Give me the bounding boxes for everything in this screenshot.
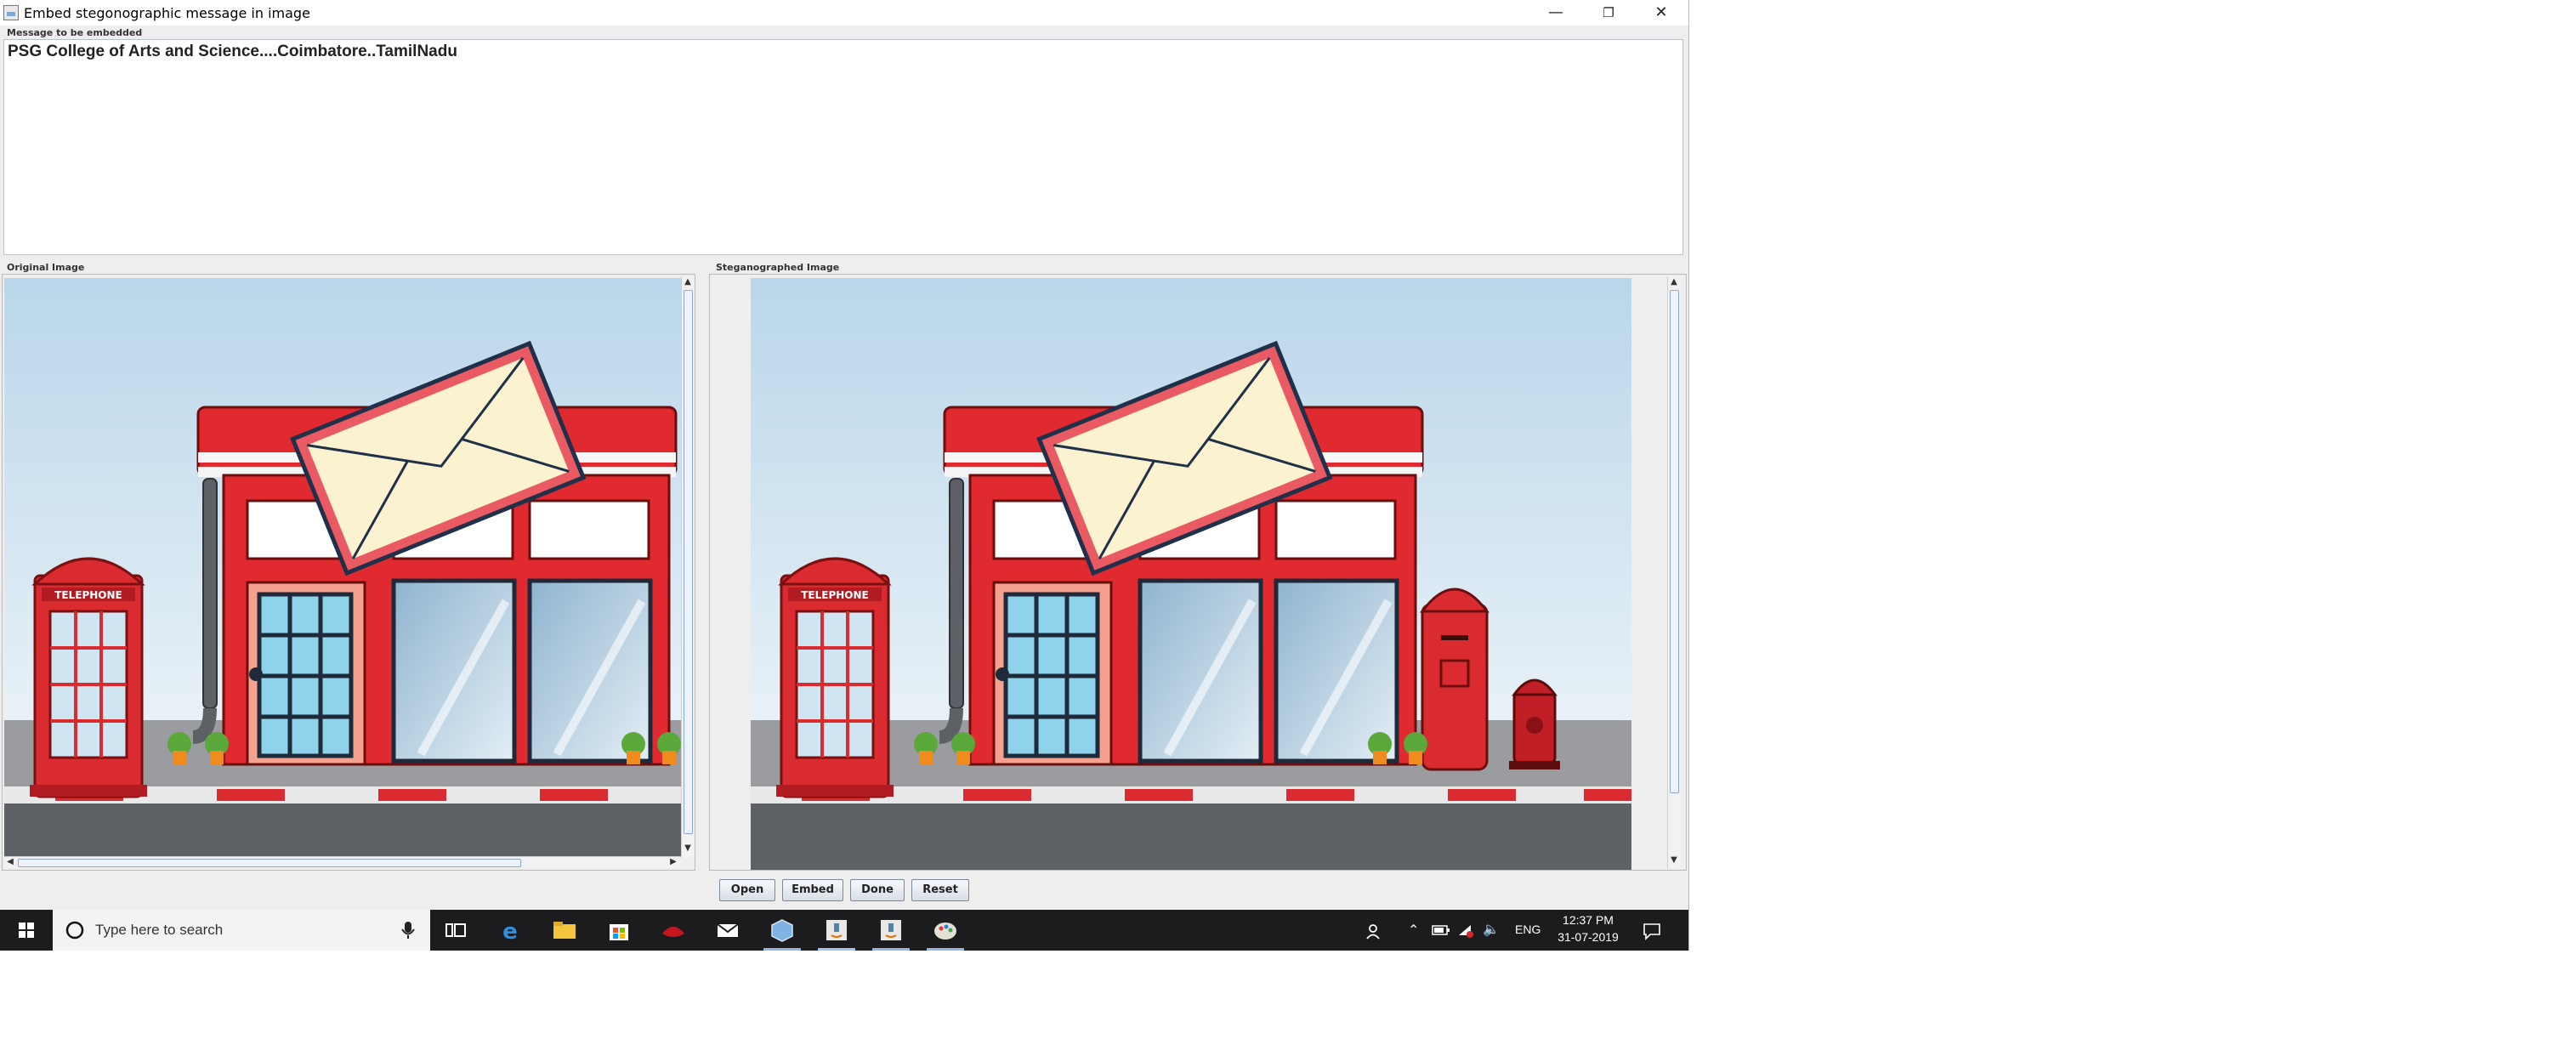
- embed-button[interactable]: Embed: [782, 879, 843, 901]
- windows-logo-icon: [19, 923, 34, 938]
- original-vertical-scrollbar[interactable]: ▲ ▼: [681, 276, 695, 858]
- title-bar[interactable]: Embed stegonographic message in image — …: [0, 0, 1688, 26]
- taskbar-search-box[interactable]: Type here to search: [53, 910, 430, 951]
- java-window-icon: [3, 5, 19, 20]
- message-label: Message to be embedded: [7, 27, 143, 38]
- file-explorer-icon[interactable]: [551, 917, 578, 944]
- post-office-illustration: TELEPHONE: [751, 278, 1631, 870]
- close-button[interactable]: ✕: [1636, 0, 1687, 26]
- telephone-sign: TELEPHONE: [801, 589, 869, 601]
- mail-icon[interactable]: [714, 917, 741, 944]
- steganographed-image: TELEPHONE: [751, 278, 1631, 870]
- message-text[interactable]: PSG College of Arts and Science....Coimb…: [8, 43, 457, 61]
- java-app-icon[interactable]: [877, 917, 905, 944]
- paint-icon[interactable]: [932, 917, 959, 944]
- done-button[interactable]: Done: [850, 879, 905, 901]
- steganographed-vertical-scrollbar[interactable]: ▲ ▼: [1667, 276, 1681, 868]
- scroll-right-arrow-icon[interactable]: ▶: [667, 856, 679, 868]
- battery-icon[interactable]: [1432, 924, 1450, 936]
- store-icon[interactable]: [605, 917, 633, 944]
- original-image: TELEPHONE: [4, 278, 681, 856]
- horizontal-scroll-thumb[interactable]: [18, 859, 521, 867]
- running-indicator: [872, 948, 910, 951]
- telephone-sign: TELEPHONE: [54, 589, 122, 601]
- window-title: Embed stegonographic message in image: [24, 5, 310, 21]
- clock-date[interactable]: 31-07-2019: [1554, 930, 1622, 944]
- cortana-icon: [65, 921, 84, 940]
- steganographed-image-label: Steganographed Image: [716, 262, 840, 273]
- action-center-icon[interactable]: [1643, 922, 1661, 940]
- scroll-down-arrow-icon[interactable]: ▼: [1668, 854, 1680, 866]
- mcafee-icon[interactable]: [660, 917, 687, 944]
- chevron-up-icon[interactable]: ⌃: [1408, 922, 1419, 939]
- vertical-scroll-thumb[interactable]: [684, 290, 693, 834]
- search-placeholder[interactable]: Type here to search: [95, 922, 223, 939]
- application-window: Embed stegonographic message in image — …: [0, 0, 1689, 951]
- running-indicator: [818, 948, 855, 951]
- scroll-left-arrow-icon[interactable]: ◀: [4, 856, 16, 868]
- original-image-panel: TELEPHONE ▲ ▼ ◀ ▶: [2, 274, 695, 871]
- reset-button[interactable]: Reset: [911, 879, 969, 901]
- start-button[interactable]: [0, 910, 53, 951]
- scroll-up-arrow-icon[interactable]: ▲: [682, 276, 694, 288]
- running-indicator: [927, 948, 964, 951]
- scroll-down-arrow-icon[interactable]: ▼: [682, 843, 694, 854]
- restore-button[interactable]: ❐: [1583, 0, 1634, 26]
- edge-icon[interactable]: e: [496, 917, 524, 944]
- original-image-label: Original Image: [7, 262, 85, 273]
- microphone-icon[interactable]: [400, 920, 417, 940]
- task-view-icon[interactable]: [442, 917, 469, 944]
- volume-icon[interactable]: 🔈: [1483, 921, 1500, 938]
- message-textarea[interactable]: PSG College of Arts and Science....Coimb…: [3, 39, 1683, 255]
- windows-taskbar: Type here to search e ⌃ 🔈 ENG 12:37 PM 3…: [0, 910, 1688, 951]
- svg-text:e: e: [502, 919, 518, 944]
- scroll-up-arrow-icon[interactable]: ▲: [1668, 276, 1680, 288]
- people-icon[interactable]: [1365, 922, 1384, 940]
- clock-time[interactable]: 12:37 PM: [1561, 913, 1615, 927]
- minimize-button[interactable]: —: [1530, 0, 1581, 26]
- steganographed-image-panel: TELEPHONE ▲ ▼: [709, 274, 1687, 871]
- vertical-scroll-thumb[interactable]: [1670, 290, 1679, 793]
- original-horizontal-scrollbar[interactable]: ◀ ▶: [4, 856, 681, 868]
- running-indicator: [763, 948, 801, 951]
- language-indicator[interactable]: ENG: [1515, 923, 1540, 936]
- app-cube-icon[interactable]: [769, 917, 796, 944]
- open-button[interactable]: Open: [719, 879, 775, 901]
- network-icon[interactable]: [1457, 922, 1474, 939]
- java-app-icon[interactable]: [823, 917, 850, 944]
- post-office-illustration: TELEPHONE: [4, 278, 681, 856]
